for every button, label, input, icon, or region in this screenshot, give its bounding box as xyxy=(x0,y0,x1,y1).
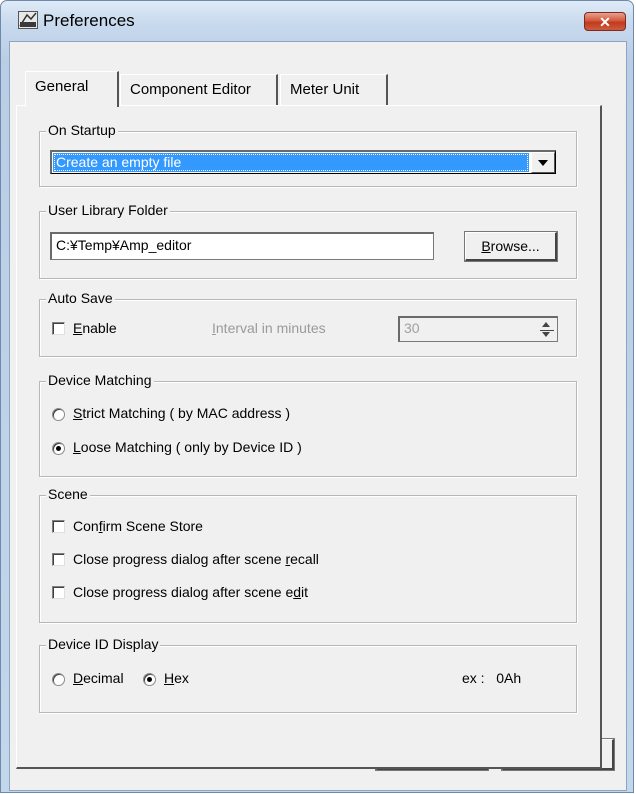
startup-select[interactable]: Create an empty file xyxy=(50,150,556,174)
close-after-edit-checkbox[interactable] xyxy=(52,586,65,599)
device-matching-title: Device Matching xyxy=(46,371,154,389)
hex-label-rest: ex xyxy=(174,670,189,686)
spin-divider xyxy=(540,329,554,331)
confirm-scene-store-checkbox[interactable] xyxy=(52,520,65,533)
interval-label: Interval in minutes xyxy=(212,319,326,337)
strict-matching-radio[interactable] xyxy=(52,408,65,421)
auto-save-group: Auto Save Enable Interval in minutes 30 xyxy=(39,289,577,357)
startup-select-value: Create an empty file xyxy=(53,153,529,172)
close-after-recall-label[interactable]: Close progress dialog after scene recall xyxy=(73,550,319,568)
interval-value: 30 xyxy=(404,320,420,336)
on-startup-group: On Startup Create an empty file xyxy=(39,121,577,187)
tab-meter-unit[interactable]: Meter Unit xyxy=(280,74,388,106)
spinner-icon[interactable] xyxy=(538,319,556,340)
confirm-label-pre: Con xyxy=(73,518,99,534)
hex-example-text: ex : 0Ah xyxy=(462,670,522,686)
close-button[interactable]: ✕ xyxy=(584,12,626,31)
preferences-window: Preferences ✕ General Component Editor M… xyxy=(0,0,634,793)
enable-label-key: E xyxy=(73,320,83,336)
edit-label-key: d xyxy=(293,584,302,600)
decimal-label[interactable]: Decimal xyxy=(73,669,124,687)
dialog-client: General Component Editor Meter Unit On S… xyxy=(9,41,627,791)
startup-dropdown-button[interactable] xyxy=(531,152,555,173)
app-icon xyxy=(18,11,38,29)
decimal-label-rest: ecimal xyxy=(83,670,124,686)
tab-meter-unit-label: Meter Unit xyxy=(290,81,360,98)
device-id-display-title: Device ID Display xyxy=(46,635,161,653)
scene-title: Scene xyxy=(46,485,90,503)
hex-radio[interactable] xyxy=(143,673,156,686)
close-after-edit-label[interactable]: Close progress dialog after scene edit xyxy=(73,583,308,601)
recall-label-pre: Close progress dialog after scene xyxy=(73,551,286,567)
confirm-label-post: irm Scene Store xyxy=(102,518,203,534)
browse-label-post: rowse... xyxy=(490,238,540,254)
decimal-radio[interactable] xyxy=(52,673,65,686)
tab-general[interactable]: General xyxy=(25,71,119,107)
auto-save-title: Auto Save xyxy=(46,289,115,307)
recall-label-post: ecall xyxy=(290,551,319,567)
tab-component-editor-label: Component Editor xyxy=(130,81,251,98)
decimal-label-key: D xyxy=(73,670,84,686)
edit-label-pre: Close progress dialog after scene e xyxy=(73,584,294,600)
library-path-value: C:¥Temp¥Amp_editor xyxy=(56,237,192,253)
confirm-scene-store-label[interactable]: Confirm Scene Store xyxy=(73,517,203,535)
strict-label-key: S xyxy=(73,405,83,421)
strict-matching-label[interactable]: Strict Matching ( by MAC address ) xyxy=(73,404,290,422)
edit-label-post: it xyxy=(301,584,309,600)
device-id-display-group: Device ID Display Decimal Hex ex : 0Ah xyxy=(39,635,577,713)
browse-button[interactable]: Browse... xyxy=(464,231,558,262)
enable-checkbox[interactable] xyxy=(52,322,65,335)
close-after-recall-checkbox[interactable] xyxy=(52,553,65,566)
tab-component-editor[interactable]: Component Editor xyxy=(120,74,278,106)
loose-matching-radio[interactable] xyxy=(52,442,65,455)
scene-group: Scene Confirm Scene Store Close progress… xyxy=(39,485,577,623)
window-title: Preferences xyxy=(43,11,135,30)
title-bar[interactable]: Preferences ✕ xyxy=(1,1,633,41)
interval-spinbox[interactable]: 30 xyxy=(398,316,558,342)
strict-label-rest: trict Matching ( by MAC address ) xyxy=(82,405,291,421)
device-matching-group: Device Matching Strict Matching ( by MAC… xyxy=(39,371,577,477)
loose-matching-label[interactable]: Loose Matching ( only by Device ID ) xyxy=(73,438,302,456)
user-library-group: User Library Folder C:¥Temp¥Amp_editor B… xyxy=(39,201,577,279)
enable-label-rest: nable xyxy=(82,320,117,336)
enable-label[interactable]: Enable xyxy=(73,319,117,337)
general-tab-panel: On Startup Create an empty file User Lib… xyxy=(16,105,602,769)
spin-up-icon xyxy=(542,322,550,327)
loose-label-key: L xyxy=(73,439,81,455)
on-startup-title: On Startup xyxy=(46,121,118,139)
interval-label-rest: nterval in minutes xyxy=(215,320,326,336)
spin-down-icon xyxy=(542,332,550,337)
tab-general-label: General xyxy=(35,78,89,95)
browse-label-key: B xyxy=(481,238,491,254)
hex-label-key: H xyxy=(164,670,175,686)
user-library-title: User Library Folder xyxy=(46,201,170,219)
close-icon: ✕ xyxy=(599,13,611,30)
hex-label[interactable]: Hex xyxy=(164,669,189,687)
library-path-field[interactable]: C:¥Temp¥Amp_editor xyxy=(50,232,434,260)
chevron-down-icon xyxy=(538,159,548,166)
loose-label-rest: oose Matching ( only by Device ID ) xyxy=(80,439,302,455)
